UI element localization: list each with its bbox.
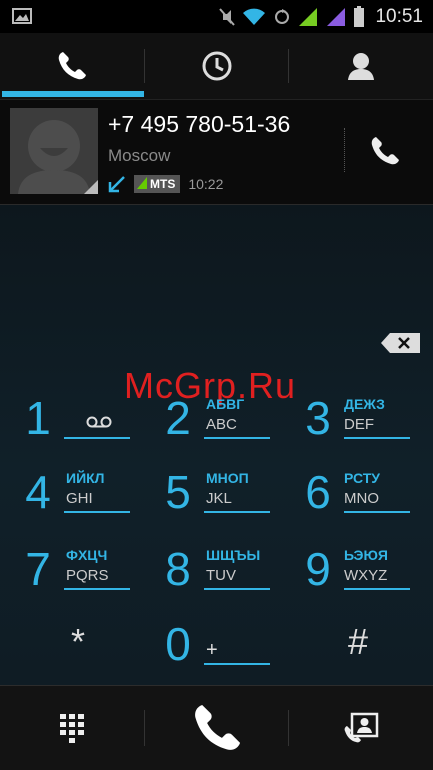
key-digit: 2 [165,392,191,444]
key-digit: 4 [25,466,51,518]
key-digit: 7 [25,543,51,595]
key-8[interactable]: 8 ШЩЪЫ TUV [160,537,288,601]
quick-contact-badge [84,180,98,194]
key-latin-letters: WXYZ [344,567,388,584]
image-notification-icon [12,8,32,24]
signal-sim1-icon [299,8,318,26]
key-latin-letters: + [206,639,218,661]
key-star[interactable]: * [24,610,152,674]
key-digit: 6 [305,466,331,518]
key-cyrillic-letters: ШЩЪЫ [206,547,261,563]
signal-sim2-icon [327,8,346,26]
key-2[interactable]: 2 АБВГ ABC [160,386,288,450]
key-cyrillic-letters: ДЕЖЗ [344,396,385,412]
key-cyrillic-letters: ЬЭЮЯ [344,547,388,563]
key-underline [344,588,410,590]
tab-contacts[interactable] [289,33,433,99]
key-digit: 3 [305,392,331,444]
status-icons: 10:51 [219,5,423,29]
key-digit: 5 [165,466,191,518]
caller-location: Moscow [108,146,171,165]
key-underline [204,511,270,513]
key-underline [64,437,130,439]
bottom-action-bar [0,685,433,770]
key-underline [204,437,270,439]
key-digit: 9 [305,543,331,595]
contact-card-icon [344,712,379,743]
key-underline [204,588,270,590]
key-latin-letters: MNO [344,490,379,507]
voicemail-icon [86,416,112,428]
key-5[interactable]: 5 МНОП JKL [160,460,288,524]
battery-icon [354,6,365,27]
key-7[interactable]: 7 ФХЦЧ PQRS [20,537,148,601]
phone-icon [371,137,399,165]
backspace-icon[interactable] [380,332,422,354]
key-latin-letters: DEF [344,416,374,433]
key-underline [204,663,270,665]
key-3[interactable]: 3 ДЕЖЗ DEF [300,386,428,450]
key-underline [64,588,130,590]
key-latin-letters: ABC [206,416,237,433]
sim-badge: MTS [134,175,181,193]
key-digit: 8 [165,543,191,595]
active-tab-indicator [2,91,144,97]
sync-icon [275,9,290,24]
key-hash[interactable]: # [304,610,432,674]
mute-icon [219,8,236,26]
key-underline [64,511,130,513]
incoming-call-arrow-icon [108,176,125,193]
status-clock: 10:51 [375,6,423,27]
call-icon [195,704,241,750]
key-digit: 0 [165,618,191,670]
key-digit: 1 [25,392,51,444]
key-cyrillic-letters: ФХЦЧ [66,547,108,563]
key-latin-letters: PQRS [66,567,109,584]
key-cyrillic-letters: АБВГ [206,396,245,412]
key-underline [344,437,410,439]
clock-icon [202,51,232,81]
key-digit: * [70,621,85,662]
key-6[interactable]: 6 РСТУ MNO [300,460,428,524]
phone-icon [58,52,86,80]
key-cyrillic-letters: МНОП [206,470,249,486]
key-0[interactable]: 0 + [160,612,288,676]
wifi-icon [243,8,266,25]
dialpad-toggle-button[interactable] [0,686,144,770]
key-digit: # [347,621,369,662]
key-latin-letters: JKL [206,490,232,507]
add-contact-button[interactable] [289,686,433,770]
key-1[interactable]: 1 [20,386,148,450]
tab-bar [0,33,433,100]
dialpad-icon [60,714,84,743]
key-cyrillic-letters: ИЙКЛ [66,470,105,486]
key-latin-letters: GHI [66,490,93,507]
tab-phone[interactable] [0,33,144,99]
caller-number: +7 495 780-51-36 [108,111,291,137]
avatar[interactable] [10,108,98,194]
tab-call-log[interactable] [145,33,289,99]
call-time: 10:22 [188,176,224,192]
key-cyrillic-letters: РСТУ [344,470,381,486]
call-button[interactable] [145,686,289,770]
key-latin-letters: TUV [206,567,236,584]
key-4[interactable]: 4 ИЙКЛ GHI [20,460,148,524]
recent-call-divider [344,128,345,172]
key-underline [344,511,410,513]
status-bar: 10:51 [0,0,433,33]
call-back-button[interactable] [355,125,415,177]
person-icon [348,53,374,80]
call-meta: MTS 10:22 [108,174,223,194]
key-9[interactable]: 9 ЬЭЮЯ WXYZ [300,537,428,601]
